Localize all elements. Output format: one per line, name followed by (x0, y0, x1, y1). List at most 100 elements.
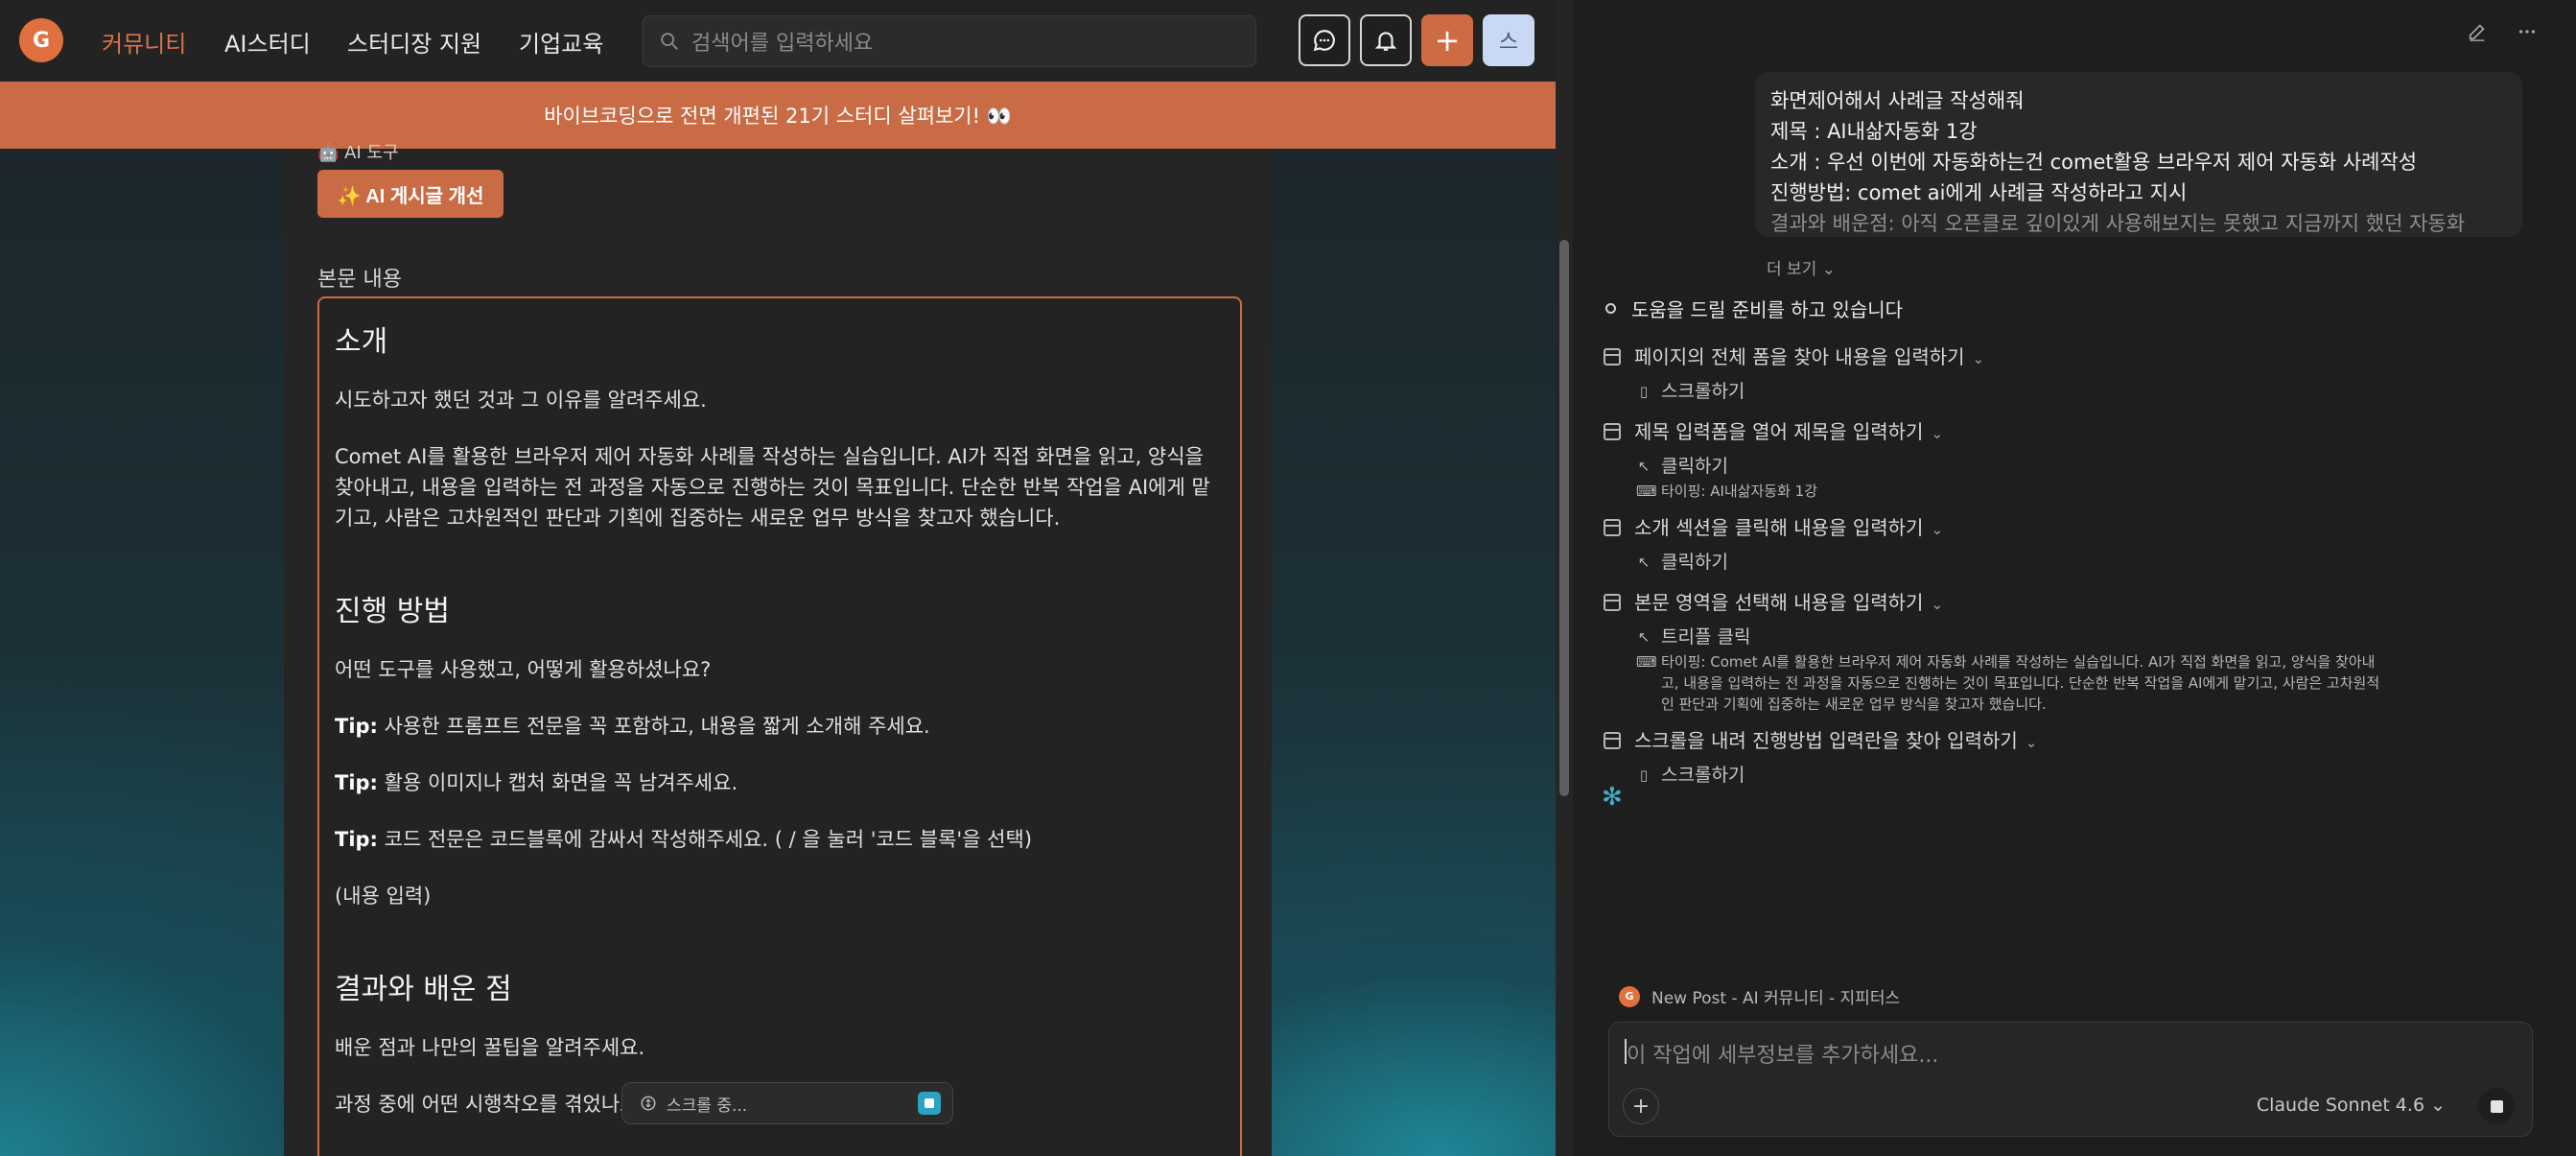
assistant-panel: 화면제어해서 사례글 작성해줘 제목 : AI내삶자동화 1강 소개 : 우선 … (1573, 0, 2576, 1156)
new-post-button[interactable]: + (1421, 14, 1473, 66)
tip-text: 코드 전문은 코드블록에 감싸서 작성해주세요. ( / 을 눌러 '코드 블록… (377, 828, 1033, 851)
step-item[interactable]: 소개 섹션을 클릭해 내용을 입력하기 ⌄ ↖ 클릭하기 (1604, 511, 2390, 577)
bell-icon (1374, 32, 1397, 51)
stop-icon (925, 1098, 934, 1108)
body-editor[interactable]: 소개 시도하고자 했던 것과 그 이유를 알려주세요. Comet AI를 활용… (317, 296, 1242, 1156)
calendar-icon (1604, 519, 1621, 536)
tip-label: Tip: (335, 828, 378, 851)
message-line: 진행방법: comet ai에게 사례글 작성하라고 지시 (1770, 181, 2188, 204)
action-text: 타이핑: AI내삶자동화 1강 (1661, 483, 1818, 500)
paragraph: (내용 입력) (335, 885, 432, 908)
tip-label: Tip: (335, 771, 378, 794)
post-editor: 🤖 AI 도구 ✨ AI 게시글 개선 본문 내용 소개 시도하고자 했던 것과… (284, 143, 1272, 1156)
panel-toolbar (2467, 21, 2538, 42)
chevron-down-icon[interactable]: ⌄ (1931, 425, 1943, 442)
section-heading: 진행 방법 (335, 595, 450, 628)
site-favicon-icon: G (1619, 985, 1640, 1007)
scrollbar-thumb[interactable] (1559, 240, 1569, 796)
tip-text: 사용한 프롬프트 전문을 꼭 포함하고, 내용을 짧게 소개해 주세요. (377, 715, 930, 738)
nav-link-study-leader[interactable]: 스터디장 지원 (347, 25, 481, 59)
promo-banner[interactable]: 바이브코딩으로 전면 개편된 21기 스터디 살펴보기! 👀 (0, 82, 1556, 149)
cursor-click-icon: ↖ (1637, 458, 1651, 475)
step-item[interactable]: 본문 영역을 선택해 내용을 입력하기 ⌄ ↖ 트리플 클릭 ⌨ 타이핑: Comet… (1604, 586, 2390, 715)
step-title: 스크롤을 내려 진행방법 입력란을 찾아 입력하기 (1634, 729, 2018, 752)
page-scrollbar[interactable] (1556, 0, 1573, 1156)
scroll-icon (641, 1096, 656, 1111)
chevron-down-icon: ⌄ (1821, 260, 1836, 279)
chat-button[interactable] (1299, 14, 1350, 66)
status-line: 도움을 드릴 준비를 하고 있습니다 (1605, 295, 1903, 322)
loading-spinner-icon: ✻ (1602, 783, 1623, 812)
paragraph: 어떤 도구를 사용했고, 어떻게 활용하셨나요? (335, 658, 712, 681)
step-item[interactable]: 제목 입력폼을 열어 제목을 입력하기 ⌄ ↖ 클릭하기 ⌨ 타이핑: AI내삶자동화… (1604, 415, 2390, 502)
ai-tool-label: 🤖 AI 도구 (317, 143, 399, 163)
message-line: 결과와 배운점: 아직 오픈클로 깊이있게 사용해보지는 못했고 지금까지 했던… (1770, 212, 2466, 235)
scrolling-text: 스크롤 중... (667, 1096, 748, 1116)
step-title: 페이지의 전체 폼을 찾아 내용을 입력하기 (1634, 345, 1965, 368)
show-more-label: 더 보기 (1767, 260, 1817, 279)
chevron-down-icon: ⌄ (2430, 1095, 2446, 1116)
calendar-icon (1604, 423, 1621, 440)
stop-automation-button[interactable] (918, 1092, 941, 1115)
paragraph: 시도하고자 했던 것과 그 이유를 알려주세요. (335, 389, 707, 412)
paragraph: Comet AI를 활용한 브라우저 제어 자동화 사례를 작성하는 실습입니다… (335, 445, 1210, 530)
calendar-icon (1604, 348, 1621, 366)
banner-text: 바이브코딩으로 전면 개편된 21기 스터디 살펴보기! 👀 (544, 105, 1012, 128)
step-title: 본문 영역을 선택해 내용을 입력하기 (1634, 591, 1924, 614)
browser-page: G 커뮤니티 AI스터디 스터디장 지원 기업교육 검색어를 입력하세요 + 스… (0, 0, 1556, 1156)
edit-icon[interactable] (2467, 21, 2488, 42)
status-text: 도움을 드릴 준비를 하고 있습니다 (1631, 298, 1904, 321)
search-placeholder: 검색어를 입력하세요 (691, 32, 874, 56)
action-text: 스크롤하기 (1661, 381, 1745, 402)
show-more-button[interactable]: 더 보기 ⌄ (1767, 255, 1836, 279)
ai-improve-post-button[interactable]: ✨ AI 게시글 개선 (317, 170, 503, 218)
more-options-icon[interactable] (2517, 21, 2538, 42)
tab-reference[interactable]: G New Post - AI 커뮤니티 - 지피터스 (1619, 984, 1900, 1008)
chevron-down-icon[interactable]: ⌄ (2026, 734, 2038, 751)
keyboard-icon: ⌨ (1636, 653, 1657, 671)
stop-icon (2490, 1099, 2503, 1113)
composer-input[interactable]: 이 작업에 세부정보를 추가하세요... (1627, 1038, 1938, 1069)
nav-link-community[interactable]: 커뮤니티 (102, 25, 186, 59)
paragraph: 배운 점과 나만의 꿀팁을 알려주세요. (335, 1036, 645, 1059)
site-logo[interactable]: G (19, 18, 63, 62)
action-text: 클릭하기 (1661, 456, 1728, 477)
step-item[interactable]: 페이지의 전체 폼을 찾아 내용을 입력하기 ⌄ ▯ 스크롤하기 (1604, 341, 2390, 406)
add-attachment-button[interactable]: + (1623, 1088, 1659, 1124)
scrolling-indicator: 스크롤 중... (621, 1082, 953, 1124)
chat-bubble-icon (1313, 30, 1335, 52)
nav-link-ai-study[interactable]: AI스터디 (224, 25, 311, 59)
model-name: Claude Sonnet 4.6 (2256, 1095, 2425, 1116)
message-line: 제목 : AI내삶자동화 1강 (1770, 120, 1978, 143)
message-composer[interactable]: 이 작업에 세부정보를 추가하세요... + Claude Sonnet 4.6… (1608, 1022, 2533, 1137)
body-content-label: 본문 내용 (317, 268, 402, 292)
step-title: 제목 입력폼을 열어 제목을 입력하기 (1634, 420, 1924, 443)
model-selector[interactable]: Claude Sonnet 4.6 ⌄ (2257, 1095, 2446, 1116)
search-input[interactable]: 검색어를 입력하세요 (643, 15, 1256, 67)
section-heading: 결과와 배운 점 (335, 973, 512, 1006)
step-item[interactable]: 스크롤을 내려 진행방법 입력란을 찾아 입력하기 ⌄ ▯ 스크롤하기 (1604, 724, 2390, 790)
notification-button[interactable] (1360, 14, 1412, 66)
chevron-down-icon[interactable]: ⌄ (1931, 596, 1943, 613)
chevron-down-icon[interactable]: ⌄ (1973, 350, 1985, 367)
nav-link-corporate[interactable]: 기업교육 (519, 25, 603, 59)
section-heading: 소개 (335, 325, 388, 359)
calendar-icon (1604, 594, 1621, 611)
action-text: 클릭하기 (1661, 552, 1728, 573)
status-ring-icon (1605, 303, 1616, 314)
stop-button[interactable] (2478, 1088, 2515, 1124)
keyboard-icon: ⌨ (1636, 483, 1657, 500)
step-title: 소개 섹션을 클릭해 내용을 입력하기 (1634, 516, 1924, 539)
chevron-down-icon[interactable]: ⌄ (1931, 521, 1943, 538)
action-text: 타이핑: Comet AI를 활용한 브라우저 제어 자동화 사례를 작성하는 … (1661, 653, 2380, 713)
top-navigation: G 커뮤니티 AI스터디 스터디장 지원 기업교육 검색어를 입력하세요 + 스 (0, 0, 1556, 82)
cursor-click-icon: ↖ (1637, 554, 1651, 571)
scroll-icon: ▯ (1639, 383, 1649, 400)
plus-icon: + (1631, 1094, 1651, 1119)
search-icon (661, 33, 678, 50)
tip-label: Tip: (335, 715, 378, 738)
action-text: 트리플 클릭 (1661, 626, 1751, 648)
cursor-click-icon: ↖ (1637, 628, 1651, 646)
user-message: 화면제어해서 사례글 작성해줘 제목 : AI내삶자동화 1강 소개 : 우선 … (1755, 72, 2522, 237)
user-avatar[interactable]: 스 (1483, 14, 1534, 66)
